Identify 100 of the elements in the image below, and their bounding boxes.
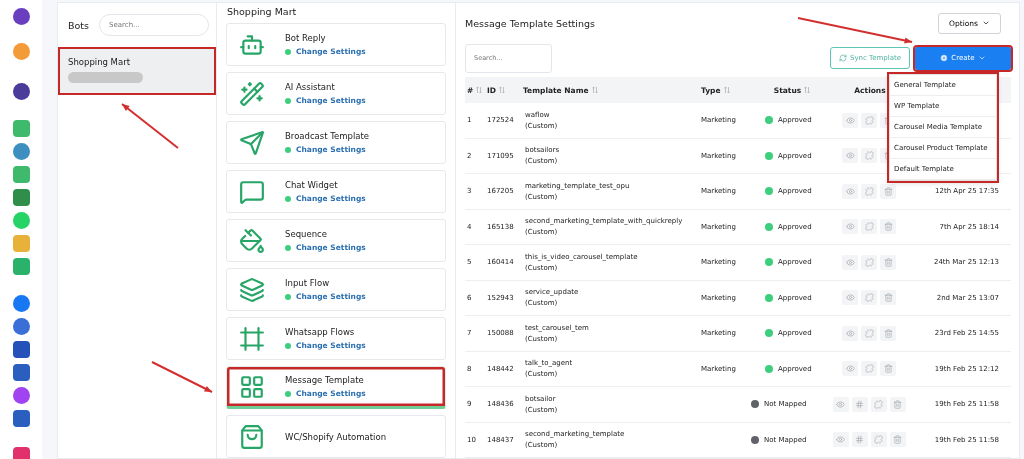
view-button[interactable] xyxy=(842,361,858,377)
settings-card[interactable]: WC/Shopify Automation xyxy=(226,415,446,458)
annotation-arrow xyxy=(121,103,179,149)
unlink-icon xyxy=(864,115,874,125)
card-title: Sequence xyxy=(285,229,328,239)
unlink-icon xyxy=(874,435,883,445)
app-icon[interactable] xyxy=(12,447,30,459)
unlink-icon xyxy=(874,399,883,409)
status-dot xyxy=(285,195,291,202)
paper-plane-icon xyxy=(239,129,265,156)
delete-button[interactable] xyxy=(880,183,896,199)
unlink-button[interactable] xyxy=(861,112,877,128)
app-icon[interactable] xyxy=(12,83,30,100)
frame-icon xyxy=(239,325,265,352)
unlink-button[interactable] xyxy=(861,219,877,235)
unlink-button[interactable] xyxy=(861,148,877,164)
grid-icon xyxy=(239,373,265,400)
status-dot xyxy=(285,293,291,300)
card-title: Whatsapp Flows xyxy=(285,327,356,337)
unlink-icon xyxy=(864,328,874,338)
eye-icon xyxy=(845,257,855,267)
unlink-button[interactable] xyxy=(861,325,877,341)
shopping-bag-icon xyxy=(239,423,265,450)
unlink-button[interactable] xyxy=(861,361,877,377)
view-button[interactable] xyxy=(842,148,858,164)
eye-icon xyxy=(836,435,845,445)
unlink-icon xyxy=(864,222,874,232)
unlink-icon xyxy=(864,151,874,161)
chat-bubble-icon xyxy=(239,178,265,205)
card-title: Broadcast Template xyxy=(285,131,370,141)
card-title: Input Flow xyxy=(285,278,331,288)
delete-button[interactable] xyxy=(880,254,896,270)
hash-icon xyxy=(855,435,864,445)
view-button[interactable] xyxy=(842,183,858,199)
unlink-button[interactable] xyxy=(870,396,887,412)
eye-icon xyxy=(845,364,855,374)
eye-icon xyxy=(836,399,845,409)
app-icon[interactable] xyxy=(12,8,30,25)
eye-icon xyxy=(845,293,855,303)
view-button[interactable] xyxy=(842,325,858,341)
app-icon[interactable] xyxy=(12,387,30,404)
eye-icon xyxy=(845,328,855,338)
bot-list-item[interactable]: Shopping Mart xyxy=(58,47,216,95)
view-button[interactable] xyxy=(832,432,849,448)
status-dot xyxy=(285,342,291,349)
unlink-button[interactable] xyxy=(861,290,877,306)
sort-icon[interactable] xyxy=(591,86,598,94)
card-title: WC/Shopify Automation xyxy=(285,431,387,442)
sort-icon[interactable] xyxy=(723,86,730,94)
map-button[interactable] xyxy=(851,432,868,448)
app-icon[interactable] xyxy=(12,410,30,427)
view-button[interactable] xyxy=(842,112,858,128)
view-button[interactable] xyxy=(842,254,858,270)
unlink-icon xyxy=(864,257,874,267)
unlink-button[interactable] xyxy=(861,254,877,270)
app-icon[interactable] xyxy=(12,341,30,358)
app-icon[interactable] xyxy=(12,189,30,206)
paint-bucket-icon xyxy=(239,227,265,254)
view-button[interactable] xyxy=(842,290,858,306)
sort-icon[interactable] xyxy=(804,86,811,94)
delete-button[interactable] xyxy=(880,325,896,341)
unlink-icon xyxy=(864,364,874,374)
refresh-icon xyxy=(838,54,847,63)
unlink-button[interactable] xyxy=(861,183,877,199)
eye-icon xyxy=(845,186,855,196)
panel-title: Bots xyxy=(68,19,89,31)
view-button[interactable] xyxy=(842,219,858,235)
card-title: Chat Widget xyxy=(285,180,339,190)
delete-button[interactable] xyxy=(889,396,906,412)
unlink-icon xyxy=(864,186,874,196)
app-icon[interactable] xyxy=(12,295,30,312)
card-title: Message Template xyxy=(285,375,365,385)
unlink-button[interactable] xyxy=(870,432,887,448)
app-icon[interactable] xyxy=(12,318,30,335)
eye-icon xyxy=(845,222,855,232)
stack-icon xyxy=(239,276,265,303)
delete-button[interactable] xyxy=(889,432,906,448)
status-dot xyxy=(285,146,291,153)
panel-title: Message Template Settings xyxy=(465,17,595,29)
app-icon[interactable] xyxy=(12,364,30,381)
sort-icon[interactable] xyxy=(476,86,483,94)
map-button[interactable] xyxy=(851,396,868,412)
eye-icon xyxy=(845,115,855,125)
hash-icon xyxy=(855,399,864,409)
view-button[interactable] xyxy=(832,396,849,412)
delete-button[interactable] xyxy=(880,219,896,235)
magic-wand-icon xyxy=(239,80,265,107)
delete-button[interactable] xyxy=(880,361,896,377)
unlink-icon xyxy=(864,293,874,303)
status-dot xyxy=(285,390,291,397)
annotation-arrow xyxy=(151,361,213,393)
card-title: Bot Reply xyxy=(285,33,327,43)
status-dot xyxy=(285,244,291,251)
panel-title: Shopping Mart xyxy=(227,5,297,17)
plus-circle-icon xyxy=(940,54,949,63)
status-dot xyxy=(285,48,291,55)
sort-icon[interactable] xyxy=(499,86,506,94)
status-dot xyxy=(285,97,291,104)
card-title: AI Assistant xyxy=(285,82,336,92)
delete-button[interactable] xyxy=(880,290,896,306)
